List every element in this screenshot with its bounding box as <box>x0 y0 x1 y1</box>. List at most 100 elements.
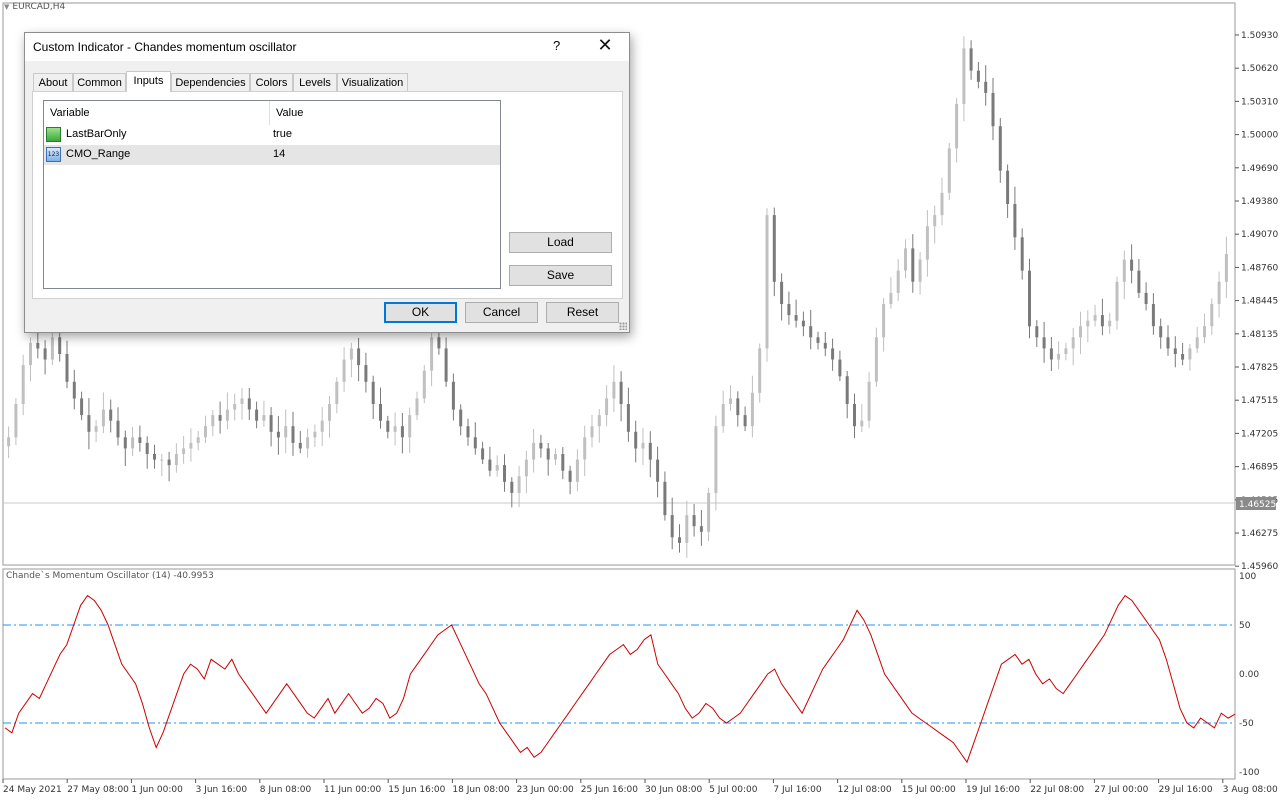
candle-body <box>1100 315 1104 327</box>
candle-body <box>379 404 382 421</box>
candle-body <box>510 481 514 493</box>
candle-body <box>517 476 521 493</box>
candle-body <box>1013 204 1017 238</box>
candle-body <box>80 398 84 416</box>
tab-about[interactable]: About <box>33 73 73 91</box>
time-tick-label: 3 Jun 16:00 <box>196 785 248 795</box>
candle-body <box>765 215 769 349</box>
reset-button[interactable]: Reset <box>546 302 619 323</box>
candle-body <box>145 442 149 454</box>
time-tick-label: 22 Jul 08:00 <box>1030 785 1084 795</box>
table-row[interactable]: LastBarOnly true <box>44 125 500 145</box>
collapse-triangle-icon[interactable]: ▼ <box>4 3 9 11</box>
candle-body <box>1203 326 1206 338</box>
candle-body <box>1173 348 1177 354</box>
candle-body <box>707 492 711 532</box>
candle-body <box>1108 320 1112 327</box>
candle-body <box>867 381 871 421</box>
time-tick-label: 8 Jun 08:00 <box>260 785 312 795</box>
candle-body <box>1210 304 1214 327</box>
close-icon[interactable]: ✕ <box>593 34 617 58</box>
candle-body <box>641 442 645 449</box>
candle-body <box>809 326 813 338</box>
table-row[interactable]: 123 CMO_Range 14 <box>44 145 500 165</box>
candle-body <box>1122 259 1126 282</box>
candle-body <box>524 459 528 477</box>
row-value[interactable]: 14 <box>273 148 285 160</box>
candle-body <box>612 381 616 399</box>
time-tick-label: 11 Jun 00:00 <box>324 785 381 795</box>
tab-inputs[interactable]: Inputs <box>126 71 171 92</box>
candle-body <box>58 337 62 354</box>
candle-body <box>233 404 237 410</box>
candle-body <box>1064 348 1068 354</box>
candle-body <box>692 515 696 527</box>
candle-body <box>678 537 681 543</box>
candle-body <box>1049 348 1053 360</box>
candle-body <box>626 404 630 432</box>
candle-body <box>459 409 463 427</box>
column-header-variable[interactable]: Variable <box>50 101 90 125</box>
candle-body <box>72 381 76 399</box>
candle-body <box>554 454 557 460</box>
candle-body <box>386 420 390 432</box>
candle-body <box>729 398 732 404</box>
candle-body <box>955 104 959 149</box>
price-tick-label: 1.49690 <box>1241 164 1278 174</box>
time-tick-label: 3 Aug 08:00 <box>1223 785 1278 795</box>
candle-body <box>240 398 244 404</box>
candle-body <box>1137 270 1141 293</box>
column-header-value[interactable]: Value <box>276 101 303 125</box>
candle-body <box>699 526 703 532</box>
candle-body <box>575 459 579 482</box>
dialog-titlebar[interactable]: Custom Indicator - Chandes momentum osci… <box>25 33 629 61</box>
candle-body <box>451 381 455 410</box>
ok-button[interactable]: OK <box>384 302 457 323</box>
time-tick-label: 19 Jul 16:00 <box>966 785 1020 795</box>
tab-visualization[interactable]: Visualization <box>337 73 408 91</box>
candle-body <box>685 515 689 543</box>
candle-body <box>816 337 820 343</box>
candle-body <box>225 409 229 421</box>
tab-levels[interactable]: Levels <box>293 73 337 91</box>
candle-body <box>466 426 470 438</box>
candle-body <box>87 415 91 432</box>
candle-body <box>320 420 324 432</box>
price-tick-label: 1.49070 <box>1241 230 1278 240</box>
indicator-tick-label: 0.00 <box>1239 670 1259 680</box>
help-button[interactable]: ? <box>553 38 560 53</box>
save-button[interactable]: Save <box>509 265 612 286</box>
tab-colors[interactable]: Colors <box>250 73 293 91</box>
candle-body <box>860 420 864 427</box>
load-button[interactable]: Load <box>509 232 612 253</box>
price-tick-label: 1.50310 <box>1241 97 1278 107</box>
candle-body <box>1224 254 1228 282</box>
candle-body <box>546 448 550 460</box>
cancel-button[interactable]: Cancel <box>465 302 538 323</box>
row-value[interactable]: true <box>273 128 292 140</box>
candle-body <box>1028 270 1031 327</box>
time-tick-label: 5 Jul 00:00 <box>709 785 758 795</box>
candle-body <box>933 215 937 227</box>
candle-body <box>400 426 404 438</box>
tab-dependencies[interactable]: Dependencies <box>171 73 250 91</box>
tab-common[interactable]: Common <box>73 73 126 91</box>
candle-body <box>838 359 842 377</box>
price-tick-label: 1.47515 <box>1241 396 1278 406</box>
candle-body <box>473 437 477 449</box>
symbol-text: EURCAD,H4 <box>12 2 66 12</box>
candle-body <box>1057 354 1061 360</box>
indicator-tick-label: 50 <box>1239 621 1251 631</box>
candle-body <box>1020 237 1024 271</box>
candle-body <box>167 459 171 466</box>
current-price-text: 1.46525 <box>1239 500 1276 510</box>
column-separator[interactable] <box>269 101 270 125</box>
candle-body <box>663 481 667 516</box>
candle-body <box>590 426 594 438</box>
candle-body <box>503 465 506 482</box>
price-tick-label: 1.45960 <box>1241 562 1278 572</box>
candle-body <box>889 292 893 304</box>
candle-body <box>991 92 995 127</box>
candle-body <box>714 426 718 493</box>
resize-grip-icon[interactable] <box>619 322 627 330</box>
